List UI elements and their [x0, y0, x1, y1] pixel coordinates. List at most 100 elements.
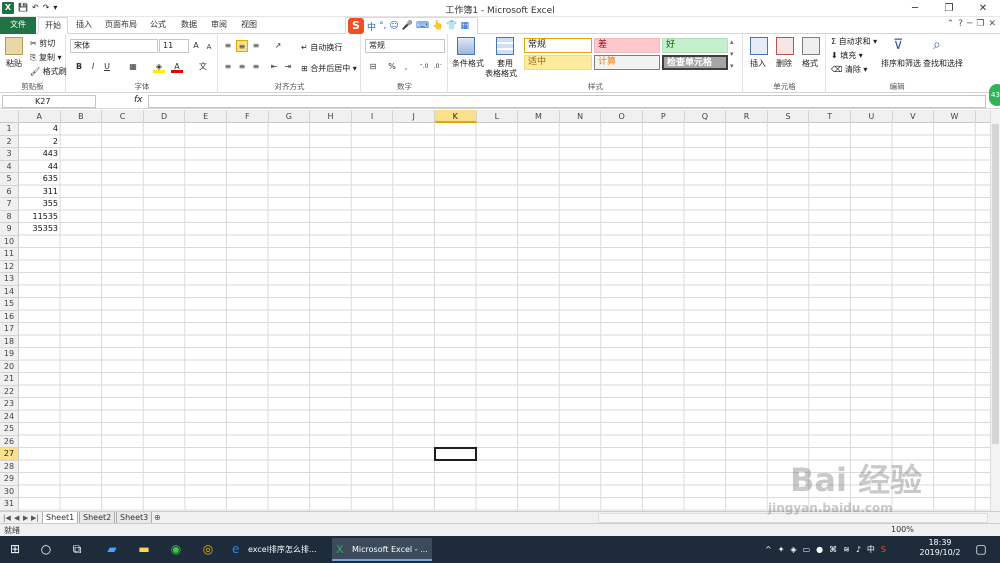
align-right-icon[interactable]: ≡: [250, 61, 262, 73]
search-icon[interactable]: ○: [37, 541, 55, 558]
column-header-o[interactable]: O: [601, 110, 643, 123]
column-header-b[interactable]: B: [61, 110, 103, 123]
column-header-k[interactable]: K: [435, 110, 477, 123]
file-explorer-icon[interactable]: ▬: [135, 541, 153, 558]
align-middle-icon[interactable]: ≡: [236, 40, 248, 52]
column-header-m[interactable]: M: [518, 110, 560, 123]
ime-handwrite-icon[interactable]: 👆: [432, 21, 443, 31]
app-pinned-icon[interactable]: ▰: [103, 541, 121, 558]
column-header-l[interactable]: L: [477, 110, 519, 123]
tab-review[interactable]: 审阅: [207, 17, 231, 34]
tab-page-layout[interactable]: 页面布局: [101, 17, 141, 34]
copy-button[interactable]: ⎘ 复制 ▾: [30, 52, 62, 63]
row-header-7[interactable]: 7: [0, 198, 19, 211]
fill-color-icon[interactable]: ◈: [153, 61, 165, 73]
row-header-16[interactable]: 16: [0, 310, 19, 323]
cell-a9[interactable]: 35353: [19, 223, 60, 236]
workbook-close-icon[interactable]: ✕: [988, 19, 996, 29]
windows-start-icon[interactable]: ⊞: [6, 541, 24, 558]
find-select-icon[interactable]: ⌕: [933, 37, 949, 53]
row-header-27[interactable]: 27: [0, 448, 19, 461]
conditional-format-button[interactable]: 条件格式: [452, 58, 484, 69]
format-cells-icon[interactable]: [802, 37, 820, 55]
tray-green-icon[interactable]: ●: [816, 545, 823, 554]
tab-data[interactable]: 数据: [177, 17, 201, 34]
column-header-i[interactable]: I: [352, 110, 394, 123]
cell-a8[interactable]: 11535: [19, 211, 60, 224]
clock[interactable]: 18:39 2019/10/2: [918, 538, 962, 558]
orientation-icon[interactable]: ↗: [272, 40, 284, 52]
tab-insert[interactable]: 插入: [72, 17, 96, 34]
zoom-level[interactable]: 100%: [891, 525, 914, 534]
tray-app2-icon[interactable]: ⌘: [829, 545, 837, 554]
row-header-9[interactable]: 9: [0, 223, 19, 236]
cell-a7[interactable]: 355: [19, 198, 60, 211]
column-header-n[interactable]: N: [560, 110, 602, 123]
shrink-font-button[interactable]: A: [203, 41, 215, 53]
font-size-select[interactable]: 11: [159, 39, 189, 53]
format-painter-button[interactable]: 🖌 格式刷: [30, 66, 67, 77]
insert-cells-button[interactable]: 插入: [750, 58, 766, 69]
ime-skin-icon[interactable]: 👕: [446, 21, 457, 31]
battery-icon[interactable]: ▭: [803, 545, 811, 554]
column-header-a[interactable]: A: [19, 110, 61, 123]
format-cells-button[interactable]: 格式: [802, 58, 818, 69]
column-header-r[interactable]: R: [726, 110, 768, 123]
help-icon[interactable]: ?: [958, 19, 963, 29]
row-header-11[interactable]: 11: [0, 248, 19, 261]
sogou-logo-icon[interactable]: S: [348, 18, 364, 34]
row-header-17[interactable]: 17: [0, 323, 19, 336]
grow-font-button[interactable]: A: [190, 40, 202, 52]
bold-button[interactable]: B: [73, 61, 85, 73]
chrome-icon[interactable]: ◎: [199, 541, 217, 558]
ime-toolbox-icon[interactable]: ▦: [460, 21, 469, 31]
column-header-q[interactable]: Q: [685, 110, 727, 123]
row-header-31[interactable]: 31: [0, 498, 19, 511]
row-header-26[interactable]: 26: [0, 435, 19, 448]
column-header-u[interactable]: U: [851, 110, 893, 123]
cell-a5[interactable]: 635: [19, 173, 60, 186]
row-header-8[interactable]: 8: [0, 210, 19, 223]
style-check-cell[interactable]: 检查单元格: [662, 55, 728, 70]
ime-keyboard-icon[interactable]: ⌨: [416, 21, 429, 31]
style-good[interactable]: 好: [662, 38, 728, 53]
row-header-21[interactable]: 21: [0, 373, 19, 386]
style-normal[interactable]: 常规: [524, 38, 592, 53]
align-left-icon[interactable]: ≡: [222, 61, 234, 73]
column-header-t[interactable]: T: [809, 110, 851, 123]
increase-indent-icon[interactable]: ⇥: [282, 61, 294, 73]
ribbon-collapse-icon[interactable]: ⌃: [947, 19, 955, 29]
ime-chinese-mode[interactable]: 中: [367, 20, 376, 33]
column-header-w[interactable]: W: [934, 110, 976, 123]
workbook-restore-icon[interactable]: ❐: [976, 19, 984, 29]
task-view-icon[interactable]: ⧉: [68, 541, 86, 558]
style-calculation[interactable]: 计算: [594, 55, 660, 70]
fill-button[interactable]: ⬇ 填充 ▾: [831, 50, 863, 61]
row-header-6[interactable]: 6: [0, 185, 19, 198]
column-header-g[interactable]: G: [269, 110, 311, 123]
tray-app-icon[interactable]: ✦: [778, 545, 785, 554]
row-header-30[interactable]: 30: [0, 485, 19, 498]
row-header-3[interactable]: 3: [0, 148, 19, 161]
sort-filter-icon[interactable]: ⊽: [893, 37, 909, 53]
active-cell[interactable]: [434, 447, 477, 461]
sort-filter-button[interactable]: 排序和筛选: [881, 58, 921, 69]
cell-a3[interactable]: 443: [19, 148, 60, 161]
row-header-20[interactable]: 20: [0, 360, 19, 373]
clear-button[interactable]: ⌫ 清除 ▾: [831, 64, 867, 75]
cut-button[interactable]: ✂ 剪切: [30, 38, 55, 49]
name-box[interactable]: K27: [2, 95, 96, 108]
row-header-5[interactable]: 5: [0, 173, 19, 186]
decrease-indent-icon[interactable]: ⇤: [268, 61, 280, 73]
column-header-h[interactable]: H: [310, 110, 352, 123]
styles-scroll-up-icon[interactable]: ▴: [730, 38, 734, 46]
ime-voice-icon[interactable]: 🎤: [402, 21, 413, 31]
row-header-1[interactable]: 1: [0, 123, 19, 136]
wrap-text-button[interactable]: ↵ 自动换行: [301, 42, 342, 53]
column-header-f[interactable]: F: [227, 110, 269, 123]
row-header-18[interactable]: 18: [0, 335, 19, 348]
taskbar-app-excel[interactable]: X Microsoft Excel - ...: [332, 538, 432, 561]
row-header-10[interactable]: 10: [0, 235, 19, 248]
column-header-e[interactable]: E: [185, 110, 227, 123]
row-header-29[interactable]: 29: [0, 473, 19, 486]
